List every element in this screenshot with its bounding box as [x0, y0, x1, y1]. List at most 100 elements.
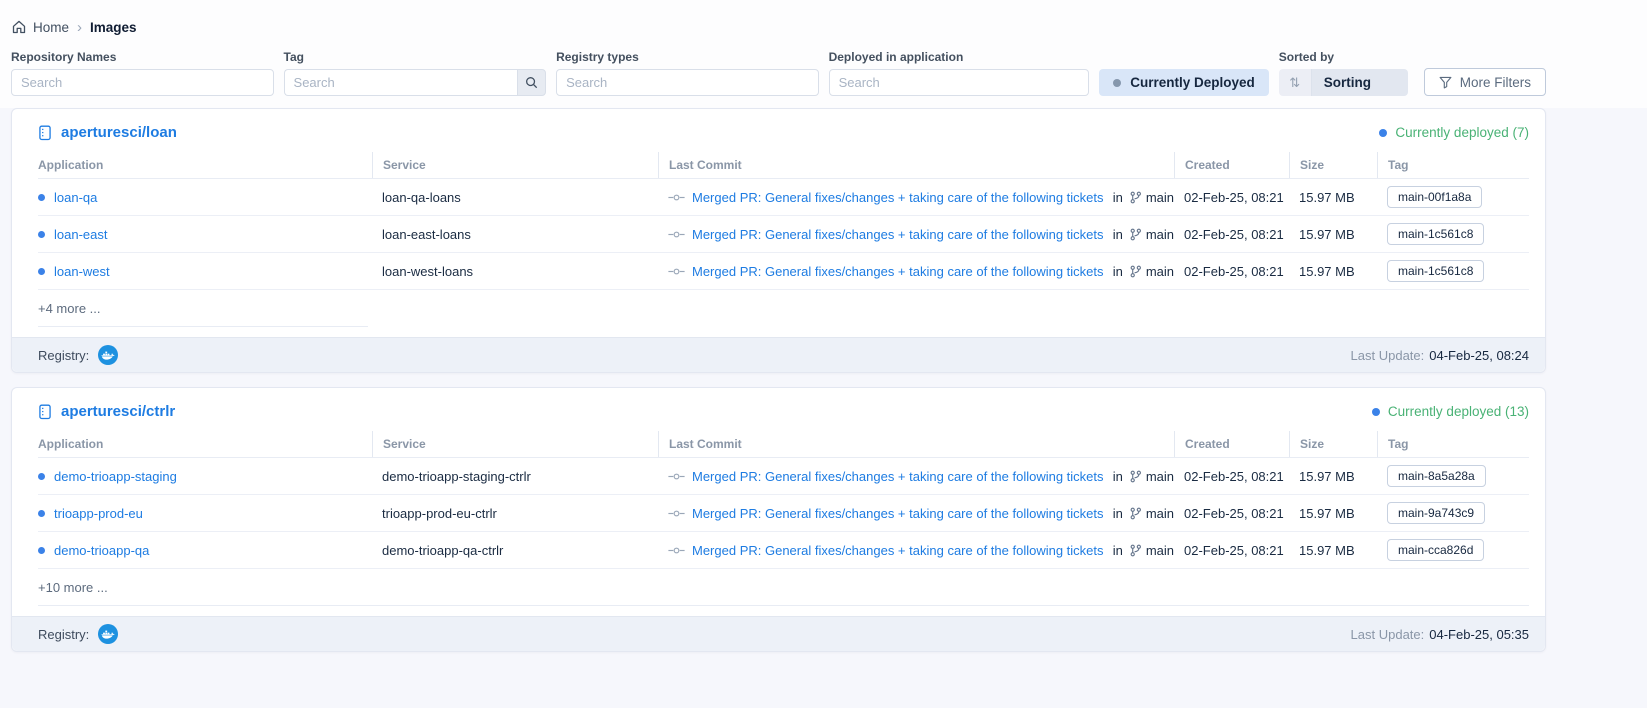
created-value: 02-Feb-25, 08:21 [1174, 227, 1289, 242]
application-dot-icon [38, 510, 45, 517]
table-header-row: Application Service Last Commit Created … [38, 152, 1529, 179]
column-header-service: Service [372, 431, 658, 457]
tag-badge[interactable]: main-9a743c9 [1387, 502, 1485, 524]
repository-names-input[interactable] [11, 69, 274, 96]
deployed-status-badge: Currently deployed (13) [1372, 404, 1529, 419]
application-link[interactable]: loan-east [54, 227, 107, 242]
service-name: demo-trioapp-staging-ctrlr [372, 469, 658, 484]
repository-card-header: aperturesci/loan Currently deployed (7) [12, 109, 1545, 152]
created-value: 02-Feb-25, 08:21 [1174, 190, 1289, 205]
git-branch-icon [1129, 544, 1142, 557]
tag-label: Tag [284, 50, 547, 64]
registry-types-label: Registry types [556, 50, 819, 64]
created-value: 02-Feb-25, 08:21 [1174, 506, 1289, 521]
tag-search-button[interactable] [517, 69, 546, 96]
filter-deployed-in-application: Deployed in application [829, 50, 1090, 96]
images-list: aperturesci/loan Currently deployed (7) … [0, 108, 1647, 652]
application-link[interactable]: demo-trioapp-qa [54, 543, 149, 558]
column-header-created: Created [1174, 431, 1289, 457]
application-dot-icon [38, 473, 45, 480]
created-value: 02-Feb-25, 08:21 [1174, 264, 1289, 279]
home-icon [11, 19, 27, 35]
registry-label: Registry: [38, 348, 89, 363]
git-commit-icon [668, 546, 685, 555]
size-value: 15.97 MB [1289, 543, 1377, 558]
last-update-value: 04-Feb-25, 08:24 [1429, 348, 1529, 363]
repository-card-header: aperturesci/ctrlr Currently deployed (13… [12, 388, 1545, 431]
commit-message-link[interactable]: Merged PR: General fixes/changes + takin… [692, 469, 1104, 484]
search-icon [525, 76, 538, 89]
sorted-by-label: Sorted by [1279, 50, 1408, 64]
tag-input[interactable] [284, 69, 518, 96]
service-name: loan-east-loans [372, 227, 658, 242]
column-header-created: Created [1174, 152, 1289, 178]
git-branch-icon [1129, 470, 1142, 483]
service-name: trioapp-prod-eu-ctrlr [372, 506, 658, 521]
repository-name: aperturesci/ctrlr [61, 403, 175, 420]
breadcrumb-current-page: Images [90, 20, 137, 35]
repository-name-link[interactable]: aperturesci/loan [38, 124, 177, 141]
repository-card-footer: Registry: Last Update: 04-Feb-25, 08:24 [12, 337, 1545, 372]
deployed-status-text: Currently deployed (13) [1388, 404, 1529, 419]
last-update-label: Last Update: [1351, 627, 1425, 642]
breadcrumb-home-link[interactable]: Home [11, 19, 69, 35]
show-more-link[interactable]: +10 more ... [38, 569, 1529, 606]
images-table: Application Service Last Commit Created … [38, 431, 1529, 606]
commit-message-link[interactable]: Merged PR: General fixes/changes + takin… [692, 543, 1104, 558]
show-more-link[interactable]: +4 more ... [38, 290, 1529, 327]
table-row: trioapp-prod-eu trioapp-prod-eu-ctrlr Me… [38, 495, 1529, 532]
commit-message-link[interactable]: Merged PR: General fixes/changes + takin… [692, 190, 1104, 205]
git-branch-icon [1129, 191, 1142, 204]
branch-name: main [1146, 543, 1174, 558]
service-name: loan-west-loans [372, 264, 658, 279]
commit-message-link[interactable]: Merged PR: General fixes/changes + takin… [692, 506, 1104, 521]
git-commit-icon [668, 472, 685, 481]
last-update-label: Last Update: [1351, 348, 1425, 363]
more-filters-button[interactable]: More Filters [1424, 68, 1546, 96]
application-link[interactable]: loan-qa [54, 190, 97, 205]
page-header: Home › Images Repository Names Tag Regis… [0, 0, 1647, 108]
application-link[interactable]: demo-trioapp-staging [54, 469, 177, 484]
commit-in-label: in [1113, 190, 1123, 205]
column-header-application: Application [38, 431, 372, 457]
deployed-in-application-label: Deployed in application [829, 50, 1090, 64]
git-commit-icon [668, 230, 685, 239]
tag-badge[interactable]: main-1c561c8 [1387, 260, 1484, 282]
size-value: 15.97 MB [1289, 469, 1377, 484]
images-table: Application Service Last Commit Created … [38, 152, 1529, 327]
breadcrumb: Home › Images [11, 19, 1546, 35]
column-header-size: Size [1289, 431, 1377, 457]
branch-name: main [1146, 264, 1174, 279]
git-commit-icon [668, 193, 685, 202]
currently-deployed-label: Currently Deployed [1130, 75, 1255, 90]
table-header-row: Application Service Last Commit Created … [38, 431, 1529, 458]
commit-message-link[interactable]: Merged PR: General fixes/changes + takin… [692, 227, 1104, 242]
tag-badge[interactable]: main-8a5a28a [1387, 465, 1486, 487]
currently-deployed-toggle[interactable]: Currently Deployed [1099, 69, 1269, 96]
branch-name: main [1146, 227, 1174, 242]
tag-badge[interactable]: main-1c561c8 [1387, 223, 1484, 245]
table-row: demo-trioapp-staging demo-trioapp-stagin… [38, 458, 1529, 495]
repository-card: aperturesci/ctrlr Currently deployed (13… [11, 387, 1546, 652]
sort-direction-icon[interactable]: ⇅ [1279, 69, 1312, 96]
commit-message-link[interactable]: Merged PR: General fixes/changes + takin… [692, 264, 1104, 279]
repository-name-link[interactable]: aperturesci/ctrlr [38, 403, 175, 420]
filter-bar: Repository Names Tag Registry types Depl… [11, 50, 1546, 96]
application-link[interactable]: loan-west [54, 264, 110, 279]
deployed-dot-icon [1372, 408, 1380, 416]
commit-in-label: in [1113, 469, 1123, 484]
table-row: loan-west loan-west-loans Merged PR: Gen… [38, 253, 1529, 290]
deployed-status-text: Currently deployed (7) [1395, 125, 1529, 140]
column-header-size: Size [1289, 152, 1377, 178]
registry-types-input[interactable] [556, 69, 819, 96]
deployed-in-application-input[interactable] [829, 69, 1090, 96]
sorting-dropdown[interactable]: ⇅ Sorting [1279, 69, 1408, 96]
tag-badge[interactable]: main-cca826d [1387, 539, 1484, 561]
commit-in-label: in [1113, 264, 1123, 279]
filter-sorted-by: Sorted by ⇅ Sorting [1279, 50, 1408, 96]
git-branch-icon [1129, 507, 1142, 520]
application-link[interactable]: trioapp-prod-eu [54, 506, 143, 521]
deployed-status-badge: Currently deployed (7) [1379, 125, 1529, 140]
application-dot-icon [38, 268, 45, 275]
tag-badge[interactable]: main-00f1a8a [1387, 186, 1482, 208]
